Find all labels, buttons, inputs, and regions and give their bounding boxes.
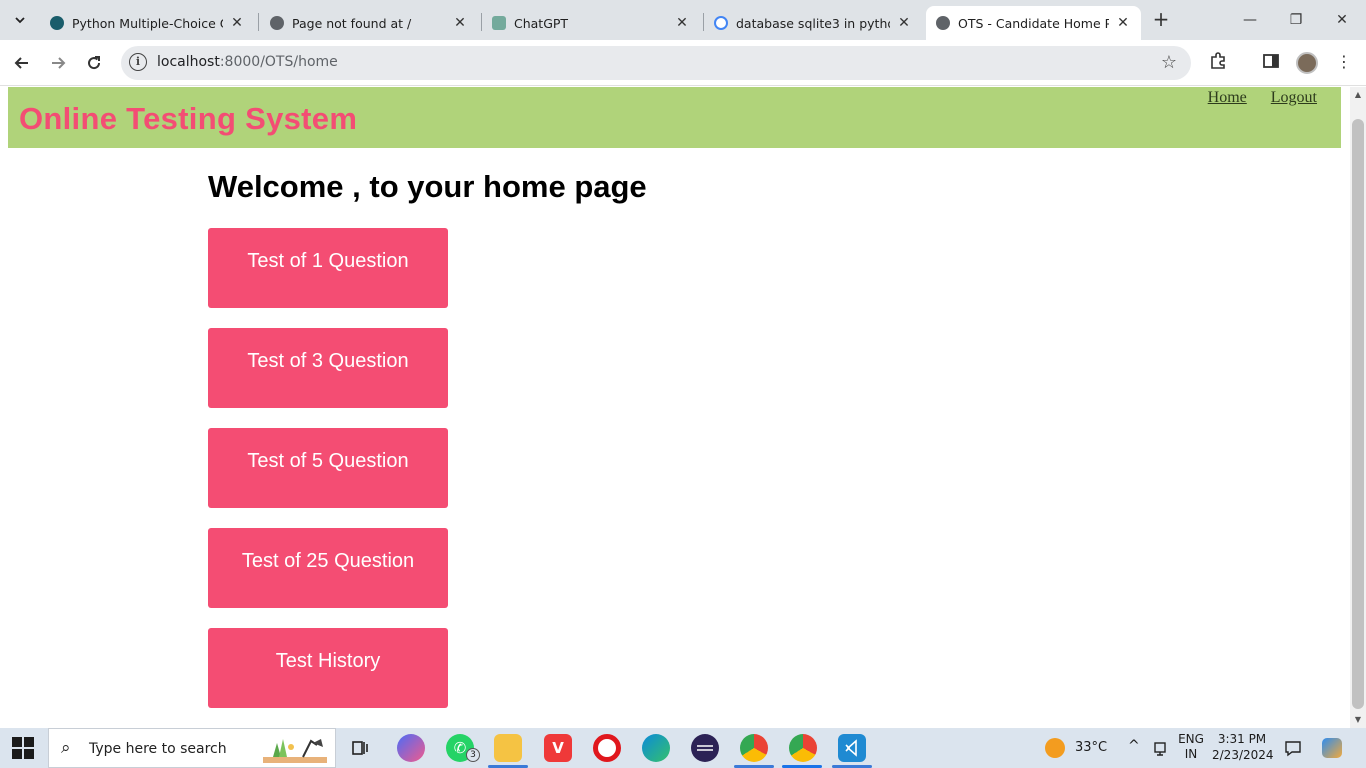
search-placeholder: Type here to search — [89, 741, 227, 757]
python-quiz-favicon — [50, 16, 64, 30]
opera-icon[interactable] — [593, 734, 621, 762]
forward-button[interactable] — [45, 50, 71, 76]
reload-icon — [88, 56, 101, 70]
nav-home-link[interactable]: Home — [1208, 89, 1247, 107]
test-5-question-button[interactable]: Test of 5 Question — [208, 428, 448, 508]
url-text[interactable]: localhost:8000/OTS/home — [157, 54, 338, 70]
tab-chatgpt[interactable]: ChatGPT ✕ — [482, 6, 700, 40]
weather-temperature: 33°C — [1075, 740, 1108, 755]
clock-time: 3:31 PM — [1217, 732, 1267, 746]
whatsapp-badge: 3 — [466, 748, 480, 762]
search-icon: ⌕ — [61, 738, 71, 758]
close-icon[interactable]: ✕ — [674, 15, 690, 31]
scroll-down-arrow-icon[interactable]: ▼ — [1350, 712, 1366, 728]
test-25-question-button[interactable]: Test of 25 Question — [208, 528, 448, 608]
chatgpt-icon — [492, 16, 506, 30]
site-header: Online Testing System Home Logout — [8, 87, 1341, 148]
new-tab-button[interactable]: + — [1150, 8, 1172, 32]
nav-logout-link[interactable]: Logout — [1271, 89, 1317, 107]
chrome-profile-2-icon[interactable] — [789, 734, 817, 762]
extensions-icon[interactable] — [1207, 52, 1229, 74]
page-scrollbar[interactable]: ▲ ▼ — [1350, 87, 1366, 728]
site-title: Online Testing System — [19, 101, 358, 136]
taskbar-search-box[interactable]: ⌕ Type here to search — [48, 728, 336, 768]
network-icon[interactable] — [1153, 740, 1167, 768]
tab-python-quiz[interactable]: Python Multiple-Choice Que ✕ — [40, 6, 255, 40]
vscode-icon[interactable] — [838, 734, 866, 762]
close-icon[interactable]: ✕ — [452, 15, 468, 31]
browser-tab-strip: Python Multiple-Choice Que ✕ Page not fo… — [0, 0, 1366, 40]
profile-avatar[interactable] — [1296, 52, 1318, 74]
language-indicator[interactable]: ENG IN — [1178, 728, 1204, 768]
back-button[interactable] — [9, 50, 35, 76]
clock[interactable]: 3:31 PM 2/23/2024 — [1212, 728, 1274, 768]
address-bar[interactable]: i localhost:8000/OTS/home ☆ — [121, 46, 1191, 80]
search-highlight-illustration-icon — [263, 739, 327, 763]
notifications-icon[interactable] — [1284, 739, 1302, 768]
tab-page-not-found[interactable]: Page not found at / ✕ — [260, 6, 478, 40]
task-view-icon[interactable] — [346, 734, 374, 762]
arrow-left-icon — [14, 57, 28, 69]
close-icon[interactable]: ✕ — [229, 15, 245, 31]
vivaldi-icon[interactable]: V — [544, 734, 572, 762]
close-icon[interactable]: ✕ — [896, 15, 912, 31]
url-host: localhost — [157, 54, 220, 70]
sun-icon — [1045, 738, 1065, 758]
scroll-thumb[interactable] — [1352, 119, 1364, 709]
file-explorer-icon[interactable] — [494, 734, 522, 762]
menu-kebab-icon[interactable]: ⋮ — [1333, 52, 1355, 74]
test-1-question-button[interactable]: Test of 1 Question — [208, 228, 448, 308]
language-code: ENG — [1178, 732, 1204, 746]
browser-toolbar: i localhost:8000/OTS/home ☆ ⋮ — [0, 40, 1366, 86]
globe-icon — [270, 16, 284, 30]
tab-title: database sqlite3 in python - — [736, 15, 890, 31]
arrow-right-icon — [52, 57, 66, 69]
tab-title: OTS - Candidate Home Page — [958, 15, 1109, 31]
restore-button[interactable]: ❐ — [1276, 8, 1316, 32]
edge-icon[interactable] — [642, 734, 670, 762]
test-3-question-button[interactable]: Test of 3 Question — [208, 328, 448, 408]
tab-divider — [258, 13, 259, 31]
page-viewport: Online Testing System Home Logout Welcom… — [0, 87, 1350, 728]
close-icon[interactable]: ✕ — [1115, 15, 1131, 31]
tab-title: Page not found at / — [292, 15, 412, 31]
google-g-icon — [714, 16, 728, 30]
chrome-profile-1-icon[interactable] — [740, 734, 768, 762]
tab-title: ChatGPT — [514, 15, 569, 31]
copilot-icon[interactable] — [397, 734, 425, 762]
windows-start-icon[interactable] — [12, 737, 34, 759]
clock-date: 2/23/2024 — [1212, 748, 1274, 762]
globe-icon — [936, 16, 950, 30]
reload-button[interactable] — [81, 50, 107, 76]
site-info-icon[interactable]: i — [129, 53, 147, 71]
scroll-up-arrow-icon[interactable]: ▲ — [1350, 87, 1366, 103]
tab-sqlite-search[interactable]: database sqlite3 in python - ✕ — [704, 6, 922, 40]
test-history-button[interactable]: Test History — [208, 628, 448, 708]
side-panel-icon[interactable] — [1260, 52, 1282, 74]
region-code: IN — [1184, 747, 1198, 761]
windows-taskbar: ⌕ Type here to search ✆ 3 V 33°C ^ ENG I… — [0, 728, 1366, 768]
copilot-tray-icon[interactable] — [1322, 738, 1342, 768]
tab-search-button[interactable] — [8, 8, 32, 32]
bookmark-star-icon[interactable]: ☆ — [1161, 52, 1177, 73]
chevron-down-icon — [15, 17, 25, 24]
eclipse-icon[interactable] — [691, 734, 719, 762]
chevron-up-icon[interactable]: ^ — [1128, 738, 1140, 768]
window-close-button[interactable]: ✕ — [1322, 8, 1362, 32]
url-path: :8000/OTS/home — [219, 54, 338, 70]
welcome-heading: Welcome , to your home page — [208, 169, 647, 204]
tab-ots-home[interactable]: OTS - Candidate Home Page ✕ — [926, 6, 1141, 40]
tab-title: Python Multiple-Choice Que — [72, 15, 223, 31]
site-nav: Home Logout — [1208, 89, 1317, 107]
minimize-button[interactable]: — — [1230, 8, 1270, 32]
